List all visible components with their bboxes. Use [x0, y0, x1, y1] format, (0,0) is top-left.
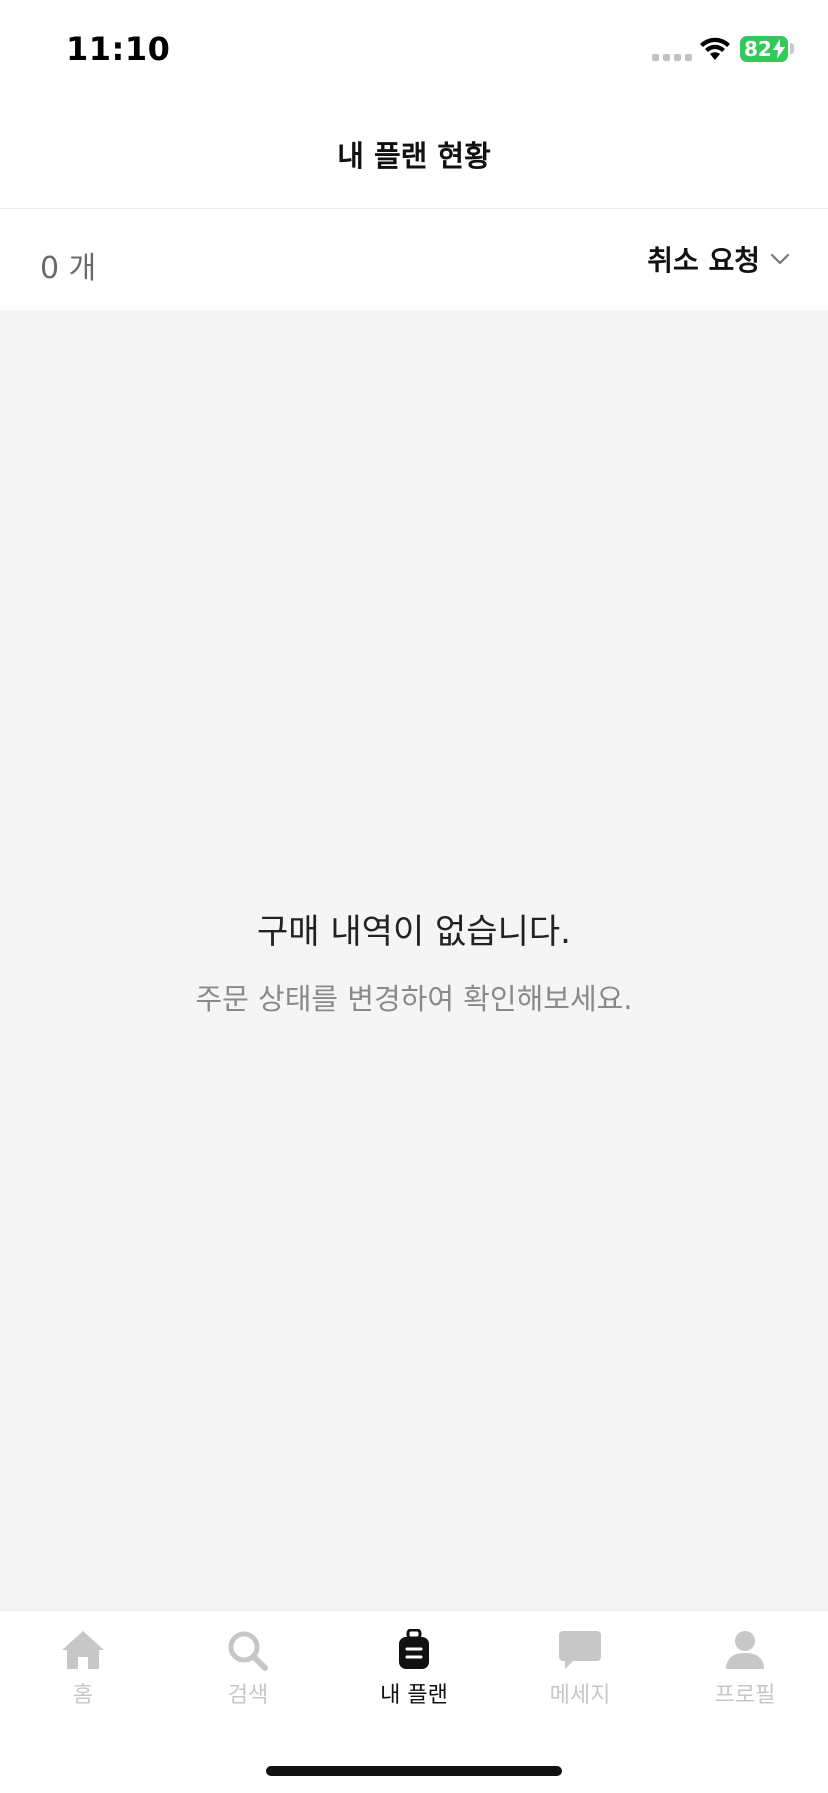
suitcase-icon: [399, 1629, 429, 1669]
status-bar: 11:10 82: [0, 0, 828, 100]
tab-messages[interactable]: 메세지: [510, 1629, 650, 1709]
battery-level: 82: [744, 37, 772, 61]
home-icon: [62, 1631, 104, 1669]
home-indicator[interactable]: [266, 1766, 562, 1776]
tab-label-search: 검색: [227, 1683, 269, 1708]
tab-label-profile: 프로필: [714, 1683, 776, 1708]
tab-label-home: 홈: [72, 1683, 94, 1708]
tab-home[interactable]: 홈: [13, 1629, 153, 1709]
message-icon: [559, 1631, 601, 1669]
search-icon: [228, 1631, 268, 1671]
tab-search[interactable]: 검색: [178, 1629, 318, 1709]
tab-profile[interactable]: 프로필: [675, 1629, 815, 1709]
empty-state-subtitle: 주문 상태를 변경하여 확인해보세요.: [195, 982, 633, 1016]
order-list-area: 구매 내역이 없습니다. 주문 상태를 변경하여 확인해보세요.: [0, 310, 828, 1610]
tab-label-messages: 메세지: [549, 1683, 611, 1708]
tab-my-plan[interactable]: 내 플랜: [344, 1629, 484, 1709]
tab-label-my-plan: 내 플랜: [380, 1683, 448, 1708]
chevron-down-icon: [770, 253, 790, 265]
status-filter-dropdown[interactable]: 취소 요청: [647, 239, 790, 279]
battery-icon: 82: [740, 36, 788, 62]
status-filter-label: 취소 요청: [647, 244, 760, 277]
empty-state-title: 구매 내역이 없습니다.: [257, 912, 571, 952]
item-count: 0 개: [40, 251, 97, 286]
cellular-signal-icon: [652, 54, 692, 61]
page-header: 내 플랜 현황: [0, 100, 828, 209]
filter-bar: 0 개 취소 요청: [0, 209, 828, 310]
profile-icon: [726, 1631, 764, 1669]
status-time: 11:10: [66, 30, 171, 68]
page-title: 내 플랜 현황: [337, 139, 491, 173]
wifi-icon: [700, 37, 730, 60]
